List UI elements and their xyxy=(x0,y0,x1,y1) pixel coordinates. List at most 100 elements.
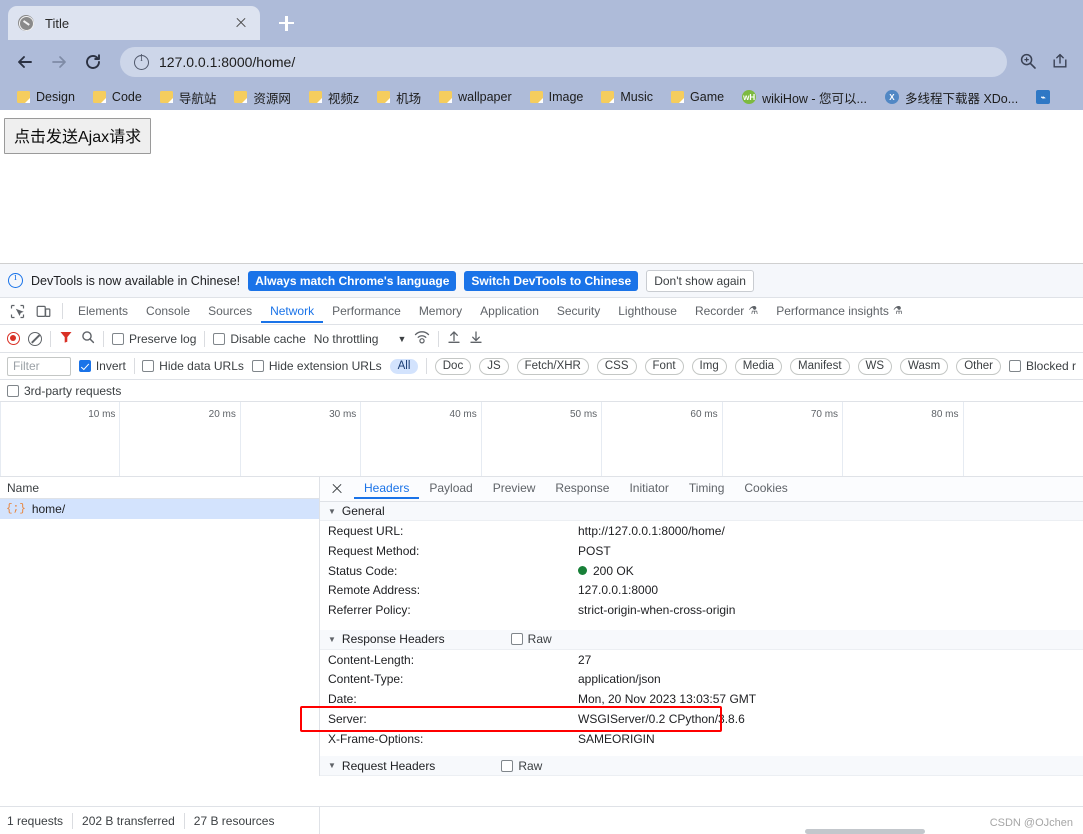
disable-cache-checkbox[interactable]: Disable cache xyxy=(213,331,306,346)
network-overview-timeline[interactable]: 10 ms 20 ms 30 ms 40 ms 50 ms 60 ms 70 m… xyxy=(0,402,1083,477)
header-value: strict-origin-when-cross-origin xyxy=(578,603,736,618)
header-value: 27 xyxy=(578,652,592,667)
detail-tab-initiator[interactable]: Initiator xyxy=(619,478,678,499)
bookmark-item[interactable]: Music xyxy=(592,86,662,108)
invert-checkbox[interactable]: Invert xyxy=(78,359,126,373)
header-key: Content-Length: xyxy=(328,652,415,667)
browser-tab[interactable]: Title xyxy=(8,6,260,40)
zoom-in-icon[interactable] xyxy=(1019,52,1037,73)
folder-icon xyxy=(439,91,453,103)
close-icon[interactable] xyxy=(328,480,346,498)
type-filter-ws[interactable]: WS xyxy=(857,357,893,375)
bookmark-item[interactable]: 导航站 xyxy=(151,86,226,108)
tab-elements[interactable]: Elements xyxy=(69,300,137,323)
tab-network[interactable]: Network xyxy=(261,300,323,323)
tab-title: Title xyxy=(45,15,70,31)
request-list-header-name[interactable]: Name xyxy=(0,477,319,499)
forward-arrow-icon[interactable] xyxy=(44,47,74,77)
preserve-log-label: Preserve log xyxy=(129,331,197,346)
bookmark-item[interactable]: wH wikiHow - 您可以... xyxy=(733,86,876,108)
tab-performance[interactable]: Performance xyxy=(323,300,410,323)
bookmark-item[interactable]: Design xyxy=(8,86,84,108)
record-stop-icon[interactable] xyxy=(7,332,20,345)
inspect-element-icon[interactable] xyxy=(4,300,30,322)
raw-toggle-response[interactable]: Raw xyxy=(510,632,552,646)
bookmark-item[interactable]: X 多线程下载器 XDo... xyxy=(876,86,1027,108)
switch-devtools-chinese-button[interactable]: Switch DevTools to Chinese xyxy=(464,270,639,291)
type-filter-js[interactable]: JS xyxy=(479,357,509,375)
device-toolbar-icon[interactable] xyxy=(30,300,56,322)
detail-tab-headers[interactable]: Headers xyxy=(354,478,419,499)
bookmark-item[interactable]: 视频z xyxy=(300,86,368,108)
tab-lighthouse[interactable]: Lighthouse xyxy=(609,300,686,323)
tab-application[interactable]: Application xyxy=(471,300,548,323)
type-filter-other[interactable]: Other xyxy=(956,357,1001,375)
tab-performance-insights[interactable]: Performance insights ⚗ xyxy=(767,300,912,323)
filter-funnel-icon[interactable] xyxy=(59,330,73,347)
bookmark-item-overflow[interactable]: ⌁ xyxy=(1027,86,1059,108)
back-arrow-icon[interactable] xyxy=(10,47,40,77)
network-status-bar: 1 requests 202 B transferred 27 B resour… xyxy=(0,806,1083,834)
export-har-icon[interactable] xyxy=(469,330,483,347)
detail-tab-payload[interactable]: Payload xyxy=(419,478,482,499)
section-response-headers-title: Response Headers xyxy=(341,632,445,647)
detail-tab-preview[interactable]: Preview xyxy=(483,478,546,499)
bookmark-item[interactable]: Image xyxy=(521,86,593,108)
throttling-select[interactable]: No throttling ▼ xyxy=(314,332,407,346)
clear-icon[interactable] xyxy=(28,331,42,346)
timeline-tick: 30 ms xyxy=(329,409,357,420)
request-detail-pane: Headers Payload Preview Response Initiat… xyxy=(320,477,1083,776)
third-party-requests-checkbox[interactable]: 3rd-party requests xyxy=(7,384,121,398)
dont-show-again-button[interactable]: Don't show again xyxy=(646,269,754,292)
section-response-headers-header[interactable]: ▼ Response Headers Raw xyxy=(320,629,1083,650)
info-circle-icon xyxy=(8,272,23,288)
bookmark-item[interactable]: wallpaper xyxy=(430,86,521,108)
type-filter-all[interactable]: All xyxy=(389,358,419,374)
tab-console[interactable]: Console xyxy=(137,300,199,323)
network-conditions-icon[interactable] xyxy=(414,330,430,347)
preserve-log-checkbox[interactable]: Preserve log xyxy=(112,332,196,346)
section-request-headers-header[interactable]: ▼ Request Headers Raw xyxy=(320,756,1083,776)
detail-tab-cookies[interactable]: Cookies xyxy=(734,478,797,499)
type-filter-css[interactable]: CSS xyxy=(596,357,637,375)
disable-cache-label: Disable cache xyxy=(230,331,306,346)
hide-data-urls-checkbox[interactable]: Hide data URLs xyxy=(142,359,244,373)
bookmark-item[interactable]: Game xyxy=(662,86,733,108)
tab-sources[interactable]: Sources xyxy=(199,300,261,323)
bookmark-item[interactable]: 机场 xyxy=(368,86,430,108)
request-row-home[interactable]: {;} home/ xyxy=(0,499,319,519)
type-filter-wasm[interactable]: Wasm xyxy=(900,357,949,375)
tab-memory[interactable]: Memory xyxy=(410,300,471,323)
watermark: CSDN @OJchen xyxy=(989,817,1073,829)
type-filter-font[interactable]: Font xyxy=(644,357,684,375)
tab-security[interactable]: Security xyxy=(548,300,609,323)
reload-icon[interactable] xyxy=(78,47,108,77)
type-filter-doc[interactable]: Doc xyxy=(434,357,472,375)
detail-tab-response[interactable]: Response xyxy=(545,478,619,499)
address-bar[interactable]: 127.0.0.1:8000/home/ xyxy=(120,47,1007,77)
share-icon[interactable] xyxy=(1051,52,1069,73)
always-match-language-button[interactable]: Always match Chrome's language xyxy=(248,270,457,291)
bookmark-item[interactable]: 资源网 xyxy=(225,86,300,108)
type-filter-media[interactable]: Media xyxy=(734,357,783,375)
blocked-responses-checkbox[interactable]: Blocked r xyxy=(1008,359,1076,373)
section-general-header[interactable]: ▼ General xyxy=(320,501,1083,522)
send-ajax-request-button[interactable]: 点击发送Ajax请求 xyxy=(4,118,152,154)
close-icon[interactable] xyxy=(232,14,250,32)
new-tab-button[interactable] xyxy=(272,9,300,37)
folder-icon xyxy=(377,91,391,103)
type-filter-fetch-xhr[interactable]: Fetch/XHR xyxy=(516,357,589,375)
hide-extension-urls-checkbox[interactable]: Hide extension URLs xyxy=(251,359,382,373)
type-filter-manifest[interactable]: Manifest xyxy=(790,357,850,375)
search-icon[interactable] xyxy=(81,330,95,347)
info-circle-icon[interactable] xyxy=(134,53,149,70)
horizontal-scrollbar[interactable] xyxy=(805,829,925,834)
import-har-icon[interactable] xyxy=(447,330,461,347)
detail-tab-timing[interactable]: Timing xyxy=(679,478,735,499)
tab-recorder[interactable]: Recorder ⚗ xyxy=(686,300,767,323)
filter-input[interactable]: Filter xyxy=(7,356,71,376)
raw-toggle-request[interactable]: Raw xyxy=(501,759,542,773)
header-value: POST xyxy=(578,544,611,559)
bookmark-item[interactable]: Code xyxy=(84,86,151,108)
type-filter-img[interactable]: Img xyxy=(691,357,727,375)
